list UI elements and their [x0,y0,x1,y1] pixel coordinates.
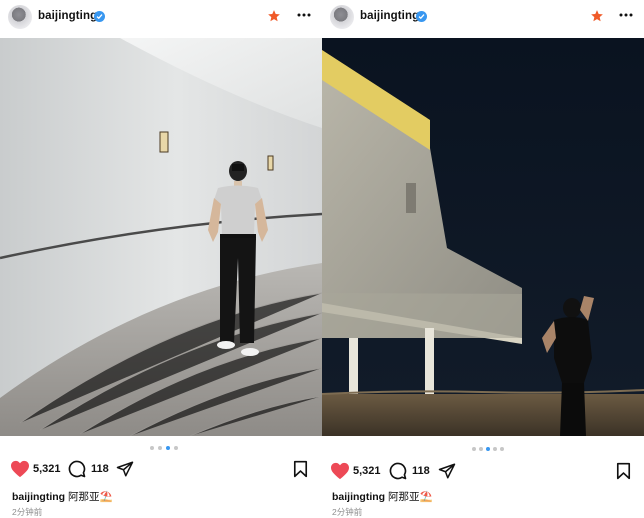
post-timestamp: 2分钟前 [332,507,363,517]
carousel-dot [479,447,483,451]
post-timestamp: 2分钟前 [12,507,43,517]
carousel-dot [150,446,154,450]
comments-count[interactable]: 118 [412,465,430,477]
carousel-dot [174,446,178,450]
post-header: baijingting [322,0,644,36]
heart-icon[interactable] [330,462,350,480]
likes-count[interactable]: 5,321 [353,465,381,477]
comment-icon[interactable] [389,462,407,480]
carousel-dot [500,447,504,451]
avatar[interactable] [330,5,354,29]
caption-emoji: ⛱️ [419,491,433,503]
post-photo[interactable] [322,38,644,436]
send-icon[interactable] [438,462,456,480]
post-photo[interactable] [0,38,322,436]
send-icon[interactable] [116,460,134,478]
username[interactable]: baijingting [38,10,97,22]
caption-username[interactable]: baijingting [332,491,385,503]
caption-emoji: ⛱️ [99,491,113,503]
favorites-star-icon[interactable] [590,9,604,23]
bookmark-icon[interactable] [293,460,308,478]
carousel-dot-active [166,446,170,450]
carousel-dot [493,447,497,451]
post-caption: baijingting 阿那亚⛱️ [12,489,113,504]
post-header: baijingting [0,0,322,36]
post-caption: baijingting 阿那亚⛱️ [332,489,433,504]
avatar[interactable] [8,5,32,29]
more-options-icon[interactable] [618,7,634,23]
caption-username[interactable]: baijingting [12,491,65,503]
more-options-icon[interactable] [296,7,312,23]
username[interactable]: baijingting [360,10,419,22]
bookmark-icon[interactable] [616,462,631,480]
caption-text: 阿那亚 [68,491,100,503]
heart-icon[interactable] [10,460,30,478]
carousel-dot [158,446,162,450]
likes-count[interactable]: 5,321 [33,463,61,475]
comments-count[interactable]: 118 [91,463,109,475]
post-card-1: baijingting 5,321 118 baijingting 阿那亚⛱️ … [0,0,322,518]
carousel-dot [472,447,476,451]
carousel-dot-active [486,447,490,451]
verified-badge-icon [94,11,105,22]
post-card-2: baijingting 5,321 118 baijingting 阿那亚⛱️ … [322,0,644,518]
caption-text: 阿那亚 [388,491,420,503]
post-actions: 5,321 118 [0,458,322,480]
verified-badge-icon [416,11,427,22]
comment-icon[interactable] [68,460,86,478]
post-actions: 5,321 118 [322,458,644,480]
favorites-star-icon[interactable] [267,9,281,23]
